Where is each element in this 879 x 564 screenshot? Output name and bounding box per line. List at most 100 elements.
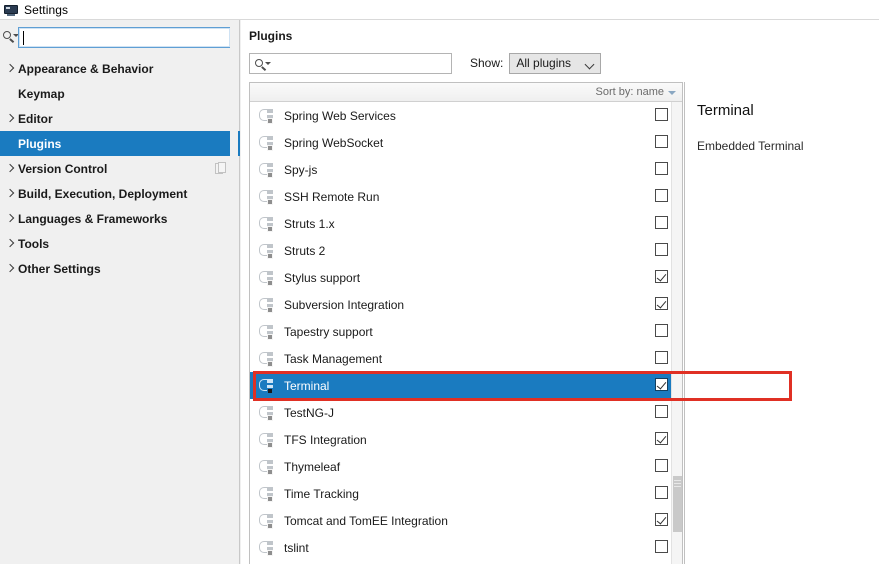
scroll-grip-icon: [674, 480, 681, 481]
plugin-name: Tomcat and TomEE Integration: [284, 513, 448, 528]
plugin-icon: [259, 297, 275, 313]
plugin-icon: [259, 378, 275, 394]
plugin-enabled-checkbox[interactable]: [655, 405, 668, 418]
sidebar-item-plugins[interactable]: Plugins: [0, 131, 240, 156]
plugin-row[interactable]: Subversion Integration: [250, 291, 682, 318]
sidebar-item-label: Keymap: [18, 86, 65, 101]
plugin-enabled-checkbox[interactable]: [655, 351, 668, 364]
sidebar-item-other-settings[interactable]: Other Settings: [0, 256, 240, 281]
plugin-row[interactable]: Thymeleaf: [250, 453, 682, 480]
plugin-icon: [259, 324, 275, 340]
sidebar-search-row: [0, 26, 240, 48]
plugin-row[interactable]: Struts 1.x: [250, 210, 682, 237]
chevron-right-icon[interactable]: [3, 106, 18, 131]
settings-window: Settings Appearance & Behavior Keymap Ed…: [0, 0, 879, 564]
chevron-right-icon[interactable]: [3, 181, 18, 206]
plugin-enabled-checkbox[interactable]: [655, 270, 668, 283]
plugin-list-scrollbar[interactable]: [671, 102, 682, 564]
show-filter-label: Show:: [470, 56, 504, 70]
sidebar-item-languages-frameworks[interactable]: Languages & Frameworks: [0, 206, 240, 231]
show-filter-value: All plugins: [516, 56, 572, 70]
plugin-detail-description: Embedded Terminal: [697, 139, 804, 153]
sidebar-item-label: Editor: [18, 111, 53, 126]
plugins-toolbar: Show: All plugins: [249, 52, 869, 74]
plugin-enabled-checkbox[interactable]: [655, 513, 668, 526]
plugin-row[interactable]: tslint: [250, 534, 682, 561]
chevron-right-icon[interactable]: [3, 156, 18, 181]
plugin-row[interactable]: Tapestry support: [250, 318, 682, 345]
plugin-name: Time Tracking: [284, 486, 359, 501]
plugin-row[interactable]: Spy-js: [250, 156, 682, 183]
plugin-row[interactable]: TFS Integration: [250, 426, 682, 453]
sidebar-item-label: Build, Execution, Deployment: [18, 186, 188, 201]
plugin-icon: [259, 135, 275, 151]
plugin-list-scroll-thumb[interactable]: [673, 476, 682, 532]
plugin-list-header: Sort by: name: [250, 83, 682, 102]
sidebar-item-version-control[interactable]: Version Control: [0, 156, 240, 181]
settings-window-icon: [4, 3, 18, 17]
plugin-row[interactable]: SSH Remote Run: [250, 183, 682, 210]
sidebar-item-label: Other Settings: [18, 261, 101, 276]
plugin-name: Spy-js: [284, 162, 318, 177]
sort-by-label[interactable]: Sort by: name: [596, 86, 664, 98]
sidebar-search-input[interactable]: [19, 28, 230, 46]
plugins-pane: Plugins Show: All plugins Sort by: name: [241, 20, 879, 564]
plugin-name: Struts 1.x: [284, 216, 335, 231]
chevron-right-icon[interactable]: [3, 256, 18, 281]
plugin-row[interactable]: Tomcat and TomEE Integration: [250, 507, 682, 534]
plugin-name: Tapestry support: [284, 324, 373, 339]
plugin-row[interactable]: TestNG-J: [250, 399, 682, 426]
plugin-row[interactable]: Time Tracking: [250, 480, 682, 507]
plugin-icon: [259, 270, 275, 286]
plugin-name: Spring Web Services: [284, 108, 396, 123]
chevron-down-icon[interactable]: [668, 91, 676, 95]
plugin-row[interactable]: Terminal: [250, 372, 682, 399]
plugin-enabled-checkbox[interactable]: [655, 297, 668, 310]
plugin-enabled-checkbox[interactable]: [655, 216, 668, 229]
plugin-name: Stylus support: [284, 270, 361, 285]
plugin-enabled-checkbox[interactable]: [655, 486, 668, 499]
chevron-down-icon[interactable]: [265, 61, 271, 65]
plugin-enabled-checkbox[interactable]: [655, 243, 668, 256]
sidebar-item-keymap[interactable]: Keymap: [0, 81, 240, 106]
plugin-row[interactable]: Struts 2: [250, 237, 682, 264]
plugin-search-input[interactable]: [250, 54, 451, 72]
plugin-enabled-checkbox[interactable]: [655, 189, 668, 202]
plugin-name: TestNG-J: [284, 405, 335, 420]
sidebar-item-tools[interactable]: Tools: [0, 231, 240, 256]
plugin-enabled-checkbox[interactable]: [655, 432, 668, 445]
chevron-down-icon: [584, 59, 595, 69]
plugin-enabled-checkbox[interactable]: [655, 378, 668, 391]
plugin-row[interactable]: Spring Web Services: [250, 102, 682, 129]
copy-icon: [215, 162, 227, 175]
chevron-right-icon[interactable]: [3, 206, 18, 231]
plugin-name: SSH Remote Run: [284, 189, 380, 204]
sidebar-scrollbar[interactable]: [230, 20, 238, 564]
plugin-enabled-checkbox[interactable]: [655, 135, 668, 148]
sidebar-item-appearance-behavior[interactable]: Appearance & Behavior: [0, 56, 240, 81]
settings-sidebar: Appearance & Behavior Keymap Editor Plug…: [0, 20, 240, 564]
plugin-rows: Spring Web Services Spring WebSocket Spy-j…: [250, 102, 682, 564]
plugin-name: Task Management: [284, 351, 383, 366]
plugin-row[interactable]: Task Management: [250, 345, 682, 372]
plugin-name: tslint: [284, 540, 309, 555]
plugin-enabled-checkbox[interactable]: [655, 324, 668, 337]
plugin-name: Thymeleaf: [284, 459, 341, 474]
plugin-enabled-checkbox[interactable]: [655, 459, 668, 472]
chevron-right-icon[interactable]: [3, 56, 18, 81]
text-cursor: [23, 30, 24, 45]
plugin-name: Subversion Integration: [284, 297, 405, 312]
sidebar-search-field[interactable]: [18, 26, 231, 48]
plugin-row[interactable]: Spring WebSocket: [250, 129, 682, 156]
plugin-detail-pane: Terminal Embedded Terminal: [684, 82, 879, 564]
plugin-enabled-checkbox[interactable]: [655, 540, 668, 553]
sidebar-item-build-execution-deployment[interactable]: Build, Execution, Deployment: [0, 181, 240, 206]
chevron-right-icon[interactable]: [3, 231, 18, 256]
show-filter-dropdown[interactable]: All plugins: [509, 52, 602, 74]
plugin-row[interactable]: Stylus support: [250, 264, 682, 291]
plugin-enabled-checkbox[interactable]: [655, 108, 668, 121]
plugin-icon: [259, 189, 275, 205]
plugin-search-field[interactable]: [249, 52, 452, 74]
plugin-enabled-checkbox[interactable]: [655, 162, 668, 175]
sidebar-item-editor[interactable]: Editor: [0, 106, 240, 131]
